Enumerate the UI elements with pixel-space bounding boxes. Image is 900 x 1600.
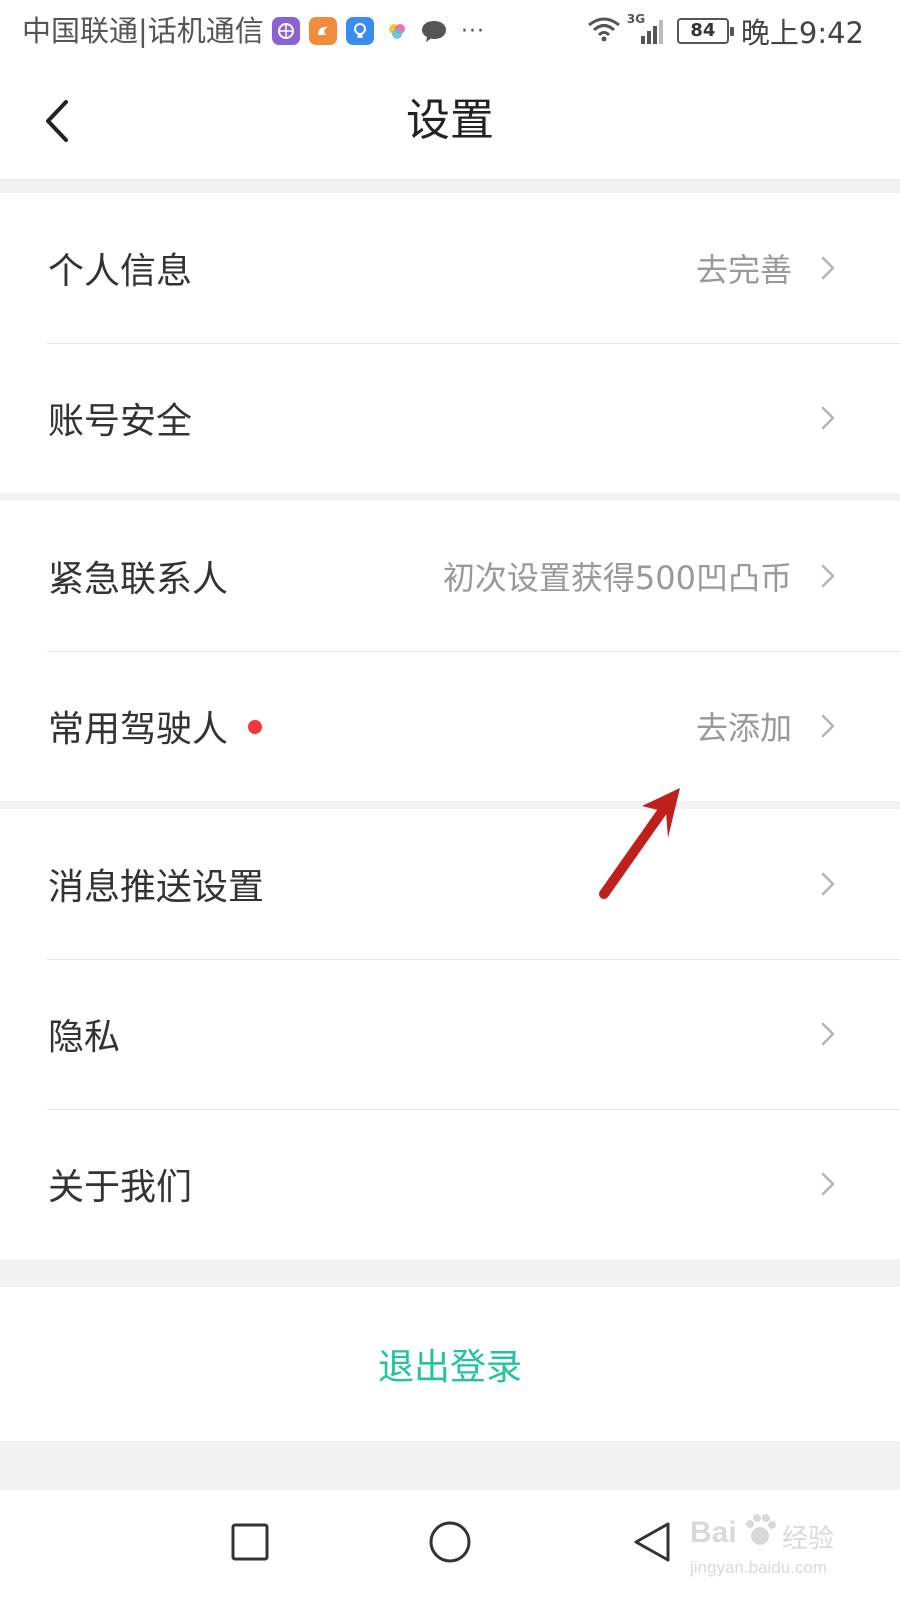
settings-item-label: 隐私 <box>48 1017 121 1058</box>
watermark-brand-suffix: 经验 <box>782 1523 835 1553</box>
battery-level: 84 <box>690 20 716 41</box>
photos-icon <box>383 17 411 45</box>
chevron-right-icon <box>814 870 842 898</box>
settings-group-account: 个人信息 去完善 账号安全 <box>0 193 900 493</box>
chevron-right-icon <box>814 1170 842 1198</box>
watermark-brand: Bai <box>690 1516 737 1549</box>
lightbulb-icon <box>346 17 374 45</box>
cellular-signal-icon: 3G <box>627 12 667 46</box>
settings-item-privacy[interactable]: 隐私 <box>0 959 900 1109</box>
settings-item-notifications[interactable]: 消息推送设置 <box>0 809 900 959</box>
page-title: 设置 <box>406 95 494 146</box>
settings-item-label: 常用驾驶人 <box>48 700 263 752</box>
nav-back-button[interactable] <box>622 1512 682 1572</box>
settings-item-personal-info[interactable]: 个人信息 去完善 <box>0 193 900 343</box>
browser-icon <box>272 17 300 45</box>
title-bar: 设置 <box>0 62 900 180</box>
battery-icon: 84 <box>676 18 734 44</box>
settings-group-general: 消息推送设置 隐私 关于我们 <box>0 809 900 1259</box>
settings-item-about[interactable]: 关于我们 <box>0 1109 900 1259</box>
recent-apps-button[interactable] <box>220 1512 280 1572</box>
chat-bubble-icon <box>420 17 448 45</box>
settings-item-label: 关于我们 <box>48 1167 193 1208</box>
chevron-right-icon <box>814 562 842 590</box>
clock: 晚上9:42 <box>740 16 864 50</box>
chevron-right-icon <box>814 712 842 740</box>
uc-browser-icon <box>309 17 337 45</box>
chevron-right-icon <box>814 404 842 432</box>
chevron-right-icon <box>814 1020 842 1048</box>
square-icon <box>231 1523 269 1561</box>
home-button[interactable] <box>420 1512 480 1572</box>
carrier-name: 中国联通|话机通信 <box>22 14 264 48</box>
settings-item-hint: 初次设置获得500凹凸币 <box>442 559 792 597</box>
logout-button[interactable]: 退出登录 <box>0 1287 900 1441</box>
paw-logo-icon <box>746 1514 776 1545</box>
logout-label: 退出登录 <box>377 1347 522 1388</box>
settings-item-label: 紧急联系人 <box>48 559 229 600</box>
settings-item-label: 消息推送设置 <box>48 867 265 908</box>
wifi-icon <box>587 15 621 47</box>
watermark-url: jingyan.baidu.com <box>690 1558 828 1577</box>
more-notifications: ··· <box>461 18 485 44</box>
settings-item-account-security[interactable]: 账号安全 <box>0 343 900 493</box>
settings-item-frequent-drivers[interactable]: 常用驾驶人 去添加 <box>0 651 900 801</box>
settings-item-hint: 去添加 <box>695 709 792 747</box>
settings-item-label: 账号安全 <box>48 401 193 442</box>
baidu-jingyan-watermark: Bai 经验 jingyan.baidu.com <box>690 1510 860 1590</box>
settings-item-label: 个人信息 <box>48 251 193 292</box>
settings-item-emergency-contact[interactable]: 紧急联系人 初次设置获得500凹凸币 <box>0 501 900 651</box>
settings-item-hint: 去完善 <box>695 251 792 289</box>
triangle-back-icon <box>634 1522 670 1562</box>
settings-group-contacts: 紧急联系人 初次设置获得500凹凸币 常用驾驶人 去添加 <box>0 501 900 801</box>
new-badge-dot <box>248 720 263 734</box>
settings-item-label-text: 常用驾驶人 <box>48 709 229 750</box>
circle-icon <box>429 1521 471 1563</box>
chevron-right-icon <box>814 254 842 282</box>
system-indicators: 3G 84 晚上9:42 <box>587 12 864 50</box>
status-bar: 中国联通|话机通信 ··· 3G 84 晚上9:42 <box>0 0 900 62</box>
notification-icons: ··· <box>272 14 485 48</box>
